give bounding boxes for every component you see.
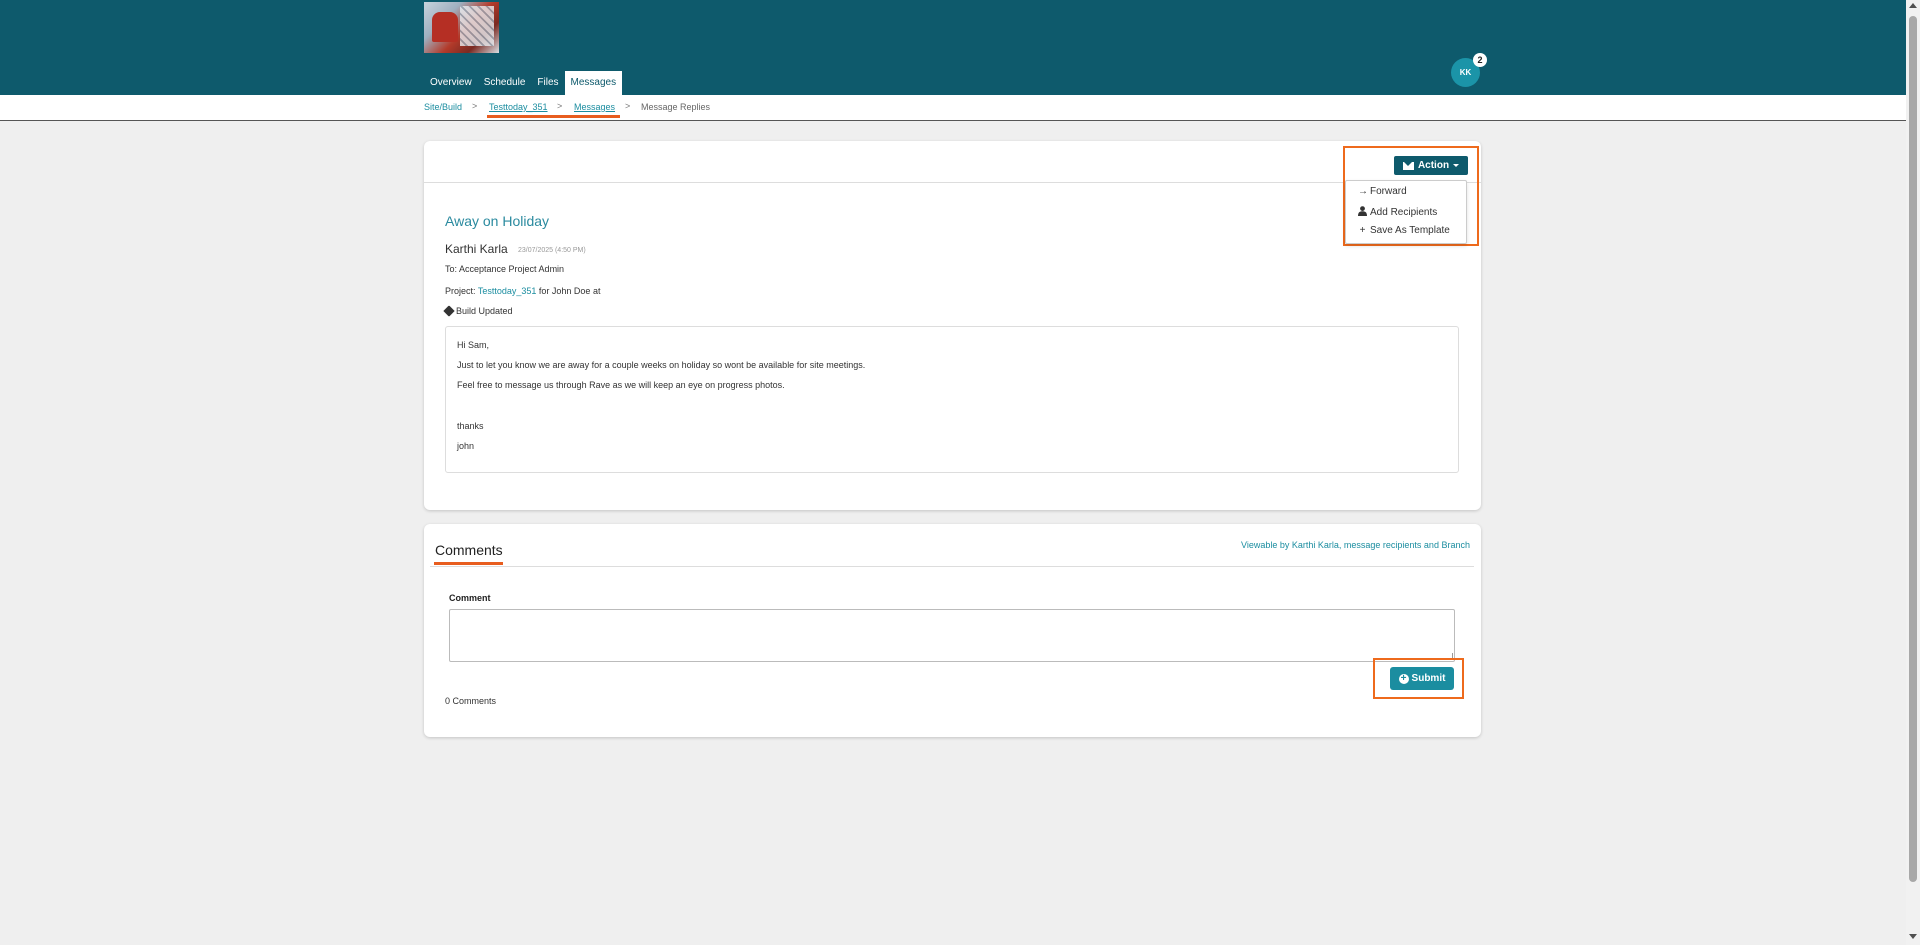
breadcrumb: Site/Build > Testtoday_351 > Messages > …	[0, 95, 1906, 121]
project-prefix: Project:	[445, 286, 478, 296]
main-nav: Overview Schedule Files Messages	[424, 71, 623, 95]
menu-item-add-recipients[interactable]: Add Recipients	[1358, 206, 1437, 219]
scroll-up-arrow-icon[interactable]	[1909, 3, 1917, 8]
menu-item-save-as-template[interactable]: + Save As Template	[1358, 225, 1450, 236]
message-body-line: Hi Sam,	[457, 340, 490, 350]
project-logo-image[interactable]	[424, 2, 499, 53]
submit-button[interactable]: + Submit	[1390, 667, 1454, 690]
breadcrumb-separator: >	[625, 101, 631, 111]
app-header: Overview Schedule Files Messages KK 2	[0, 0, 1906, 95]
tab-schedule[interactable]: Schedule	[478, 71, 532, 95]
comment-field-label: Comment	[449, 593, 491, 603]
menu-item-label: Save As Template	[1370, 225, 1450, 236]
plus-circle-icon: +	[1398, 673, 1409, 684]
project-suffix: for John Doe at	[536, 286, 601, 296]
breadcrumb-separator: >	[557, 101, 563, 111]
message-sender: Karthi Karla	[445, 242, 508, 256]
arrow-right-icon: →	[1358, 186, 1368, 197]
breadcrumb-current: Message Replies	[641, 102, 711, 112]
comments-title: Comments	[435, 542, 503, 558]
message-title: Away on Holiday	[445, 213, 550, 229]
message-tag: Build Updated	[443, 305, 513, 317]
tab-messages[interactable]: Messages	[564, 71, 623, 95]
menu-item-forward[interactable]: → Forward	[1358, 186, 1407, 197]
message-body	[445, 326, 1459, 473]
message-body-line: thanks	[457, 421, 484, 431]
project-link[interactable]: Testtoday_351	[478, 286, 537, 296]
caret-down-icon	[1453, 164, 1460, 167]
action-button-label: Action	[1417, 160, 1450, 171]
user-icon	[1358, 206, 1367, 219]
comment-count: 0 Comments	[445, 696, 497, 706]
message-recipients: To: Acceptance Project Admin	[445, 264, 565, 274]
message-card-toolbar	[424, 141, 1481, 183]
plus-icon: +	[1359, 225, 1366, 236]
message-project: Project: Testtoday_351 for John Doe at	[445, 286, 600, 296]
comments-title-underline	[434, 562, 503, 565]
action-button[interactable]: Action	[1394, 156, 1468, 175]
submit-button-label: Submit	[1411, 673, 1446, 684]
message-body-line: Just to let you know we are away for a c…	[457, 360, 866, 370]
message-body-line: john	[457, 441, 475, 451]
comment-input[interactable]	[449, 609, 1455, 662]
comments-visibility-note: Viewable by Karthi Karla, message recipi…	[1241, 540, 1470, 550]
breadcrumb-highlight	[487, 115, 620, 118]
tag-label: Build Updated	[456, 306, 513, 316]
tab-files[interactable]: Files	[531, 71, 564, 95]
message-date: 23/07/2025 (4:50 PM)	[518, 247, 586, 254]
tab-overview[interactable]: Overview	[424, 71, 478, 95]
breadcrumb-site-build[interactable]: Site/Build	[424, 102, 462, 112]
comments-divider	[430, 566, 1474, 567]
scrollbar-thumb[interactable]	[1909, 16, 1917, 882]
breadcrumb-project[interactable]: Testtoday_351	[489, 102, 548, 112]
menu-item-label: Add Recipients	[1370, 207, 1438, 218]
breadcrumb-separator: >	[472, 101, 478, 111]
vertical-scrollbar[interactable]	[1906, 0, 1920, 945]
message-body-line: Feel free to message us through Rave as …	[457, 380, 785, 390]
scroll-down-arrow-icon[interactable]	[1909, 934, 1917, 939]
tag-icon	[443, 305, 455, 317]
notification-badge: 2	[1473, 53, 1487, 67]
menu-item-label: Forward	[1370, 186, 1407, 197]
action-dropdown-menu: → Forward Add Recipients + Save As Templ…	[1345, 180, 1467, 244]
breadcrumb-messages[interactable]: Messages	[574, 102, 615, 112]
envelope-icon	[1402, 161, 1414, 170]
